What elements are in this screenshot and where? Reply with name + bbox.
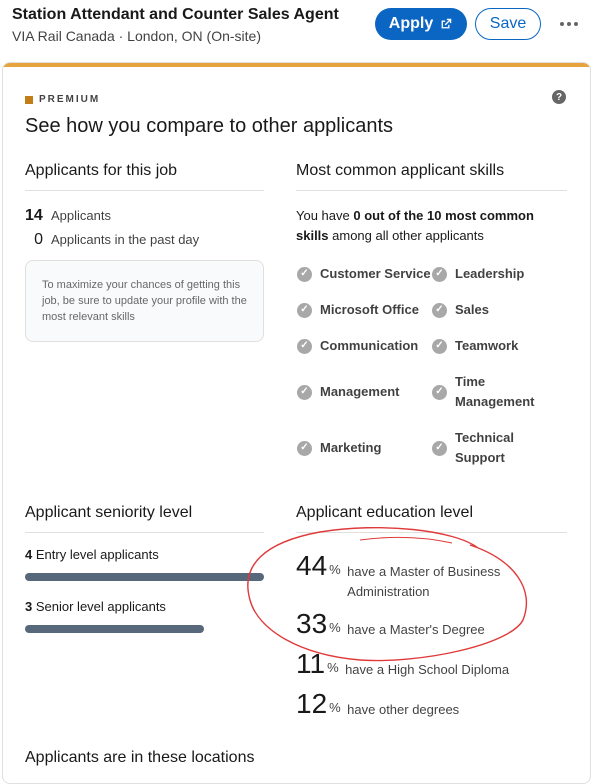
seniority-bar: [25, 573, 264, 581]
check-circle-icon: ✓: [297, 302, 312, 318]
skills-heading: Most common applicant skills: [296, 162, 505, 179]
card-title: See how you compare to other applicants: [25, 115, 393, 137]
education-percent: 12: [296, 688, 328, 719]
skill-item: ✓ Microsoft Office: [297, 300, 419, 320]
help-icon[interactable]: ?: [552, 90, 566, 104]
skill-item: ✓ Communication: [297, 336, 418, 356]
skill-item: ✓ Customer Service: [297, 264, 431, 284]
education-label: have a High School Diploma: [345, 662, 510, 677]
save-button[interactable]: Save: [475, 8, 541, 40]
education-label: have other degrees: [347, 702, 460, 717]
education-percent: 44: [296, 550, 328, 581]
education-item: 33 % have a Master's Degree: [296, 609, 537, 640]
divider: [25, 532, 264, 533]
seniority-bar-fill: [25, 625, 205, 633]
skill-item: ✓ Technical Support: [432, 428, 527, 468]
check-circle-icon: ✓: [432, 302, 447, 318]
recent-applicant-row: 0 Applicants in the past day: [25, 231, 199, 249]
check-circle-icon: ✓: [297, 266, 312, 282]
apply-button-label: Apply: [388, 15, 434, 32]
check-circle-icon: ✓: [432, 266, 447, 282]
profile-tip-box: To maximize your chances of getting this…: [25, 260, 264, 342]
recent-applicant-label: Applicants in the past day: [51, 232, 200, 247]
profile-tip-text: To maximize your chances of getting this…: [42, 279, 247, 323]
check-circle-icon: ✓: [432, 440, 447, 456]
education-heading: Applicant education level: [296, 504, 474, 521]
seniority-bar: [25, 625, 264, 633]
skill-item: ✓ Management: [297, 382, 399, 402]
seniority-label: 3 Senior level applicants: [25, 599, 166, 614]
seniority-label: 4 Entry level applicants: [25, 547, 159, 562]
education-item: 12 % have other degrees: [296, 689, 537, 720]
divider: [296, 532, 567, 533]
skills-summary: You have 0 out of the 10 most common ski…: [296, 208, 534, 243]
education-label: have a Master of Business Administration: [347, 564, 501, 599]
skill-item: ✓ Marketing: [297, 438, 381, 458]
divider: [25, 190, 264, 191]
skill-item: ✓ Time Management: [432, 372, 534, 412]
check-circle-icon: ✓: [432, 384, 447, 400]
education-item: 44 % have a Master of Business Administr…: [296, 551, 537, 602]
premium-accent-bar: [3, 63, 590, 67]
check-circle-icon: ✓: [297, 440, 312, 456]
external-link-icon: [441, 18, 452, 29]
education-label: have a Master's Degree: [347, 622, 485, 637]
education-item: 11 % have a High School Diploma: [296, 649, 535, 680]
skill-item: ✓ Teamwork: [432, 336, 542, 356]
seniority-bar-fill: [25, 573, 264, 581]
job-subtitle: VIA Rail Canada · London, ON (On-site): [12, 28, 262, 44]
check-circle-icon: ✓: [432, 338, 447, 354]
premium-insights-card: PREMIUM ? See how you compare to other a…: [2, 62, 591, 784]
applicant-count-row: 14 Applicants: [25, 207, 111, 225]
education-percent: 33: [296, 608, 328, 639]
job-title: Station Attendant and Counter Sales Agen…: [12, 6, 339, 23]
divider: [296, 190, 567, 191]
recent-applicant-count: 0: [34, 231, 43, 248]
applicant-count: 14: [25, 207, 43, 224]
more-options-icon[interactable]: [556, 10, 582, 38]
seniority-heading: Applicant seniority level: [25, 504, 193, 521]
applicant-count-label: Applicants: [51, 208, 111, 223]
locations-heading: Applicants are in these locations: [25, 749, 255, 766]
skill-item: ✓ Leadership: [432, 264, 542, 284]
premium-badge: PREMIUM: [25, 94, 100, 105]
check-circle-icon: ✓: [297, 338, 312, 354]
premium-badge-label: PREMIUM: [39, 94, 101, 105]
apply-button[interactable]: Apply: [375, 8, 467, 40]
applicants-heading: Applicants for this job: [25, 162, 178, 179]
premium-logo-icon: [25, 95, 33, 104]
check-circle-icon: ✓: [297, 384, 312, 400]
job-header: Station Attendant and Counter Sales Agen…: [0, 0, 593, 56]
education-percent: 11: [296, 648, 326, 679]
skill-item: ✓ Sales: [432, 300, 542, 320]
